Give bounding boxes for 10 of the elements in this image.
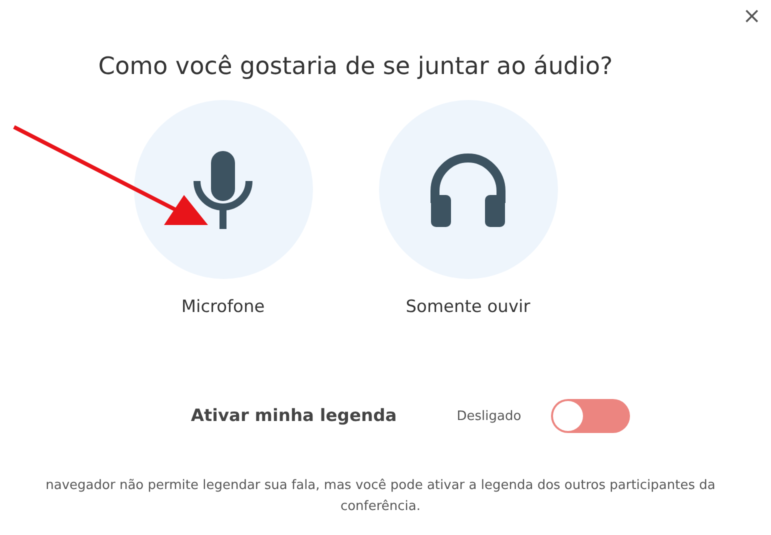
caption-label: Ativar minha legenda	[190, 406, 397, 426]
option-label: Microfone	[181, 297, 265, 317]
toggle-state-text: Desligado	[456, 408, 522, 424]
info-note: navegador não permite legendar sua fala, mas você pode ativar a legenda dos outros participantes da conferência.	[44, 477, 716, 516]
dialog-title: Como você gostaria de se juntar ao áudio?	[98, 52, 613, 80]
headphones-icon	[429, 152, 507, 226]
caption-toggle[interactable]	[551, 399, 630, 433]
close-button[interactable]: ×	[738, 6, 765, 28]
microphone-icon	[192, 150, 254, 228]
option-label: Somente ouvir	[406, 297, 530, 317]
